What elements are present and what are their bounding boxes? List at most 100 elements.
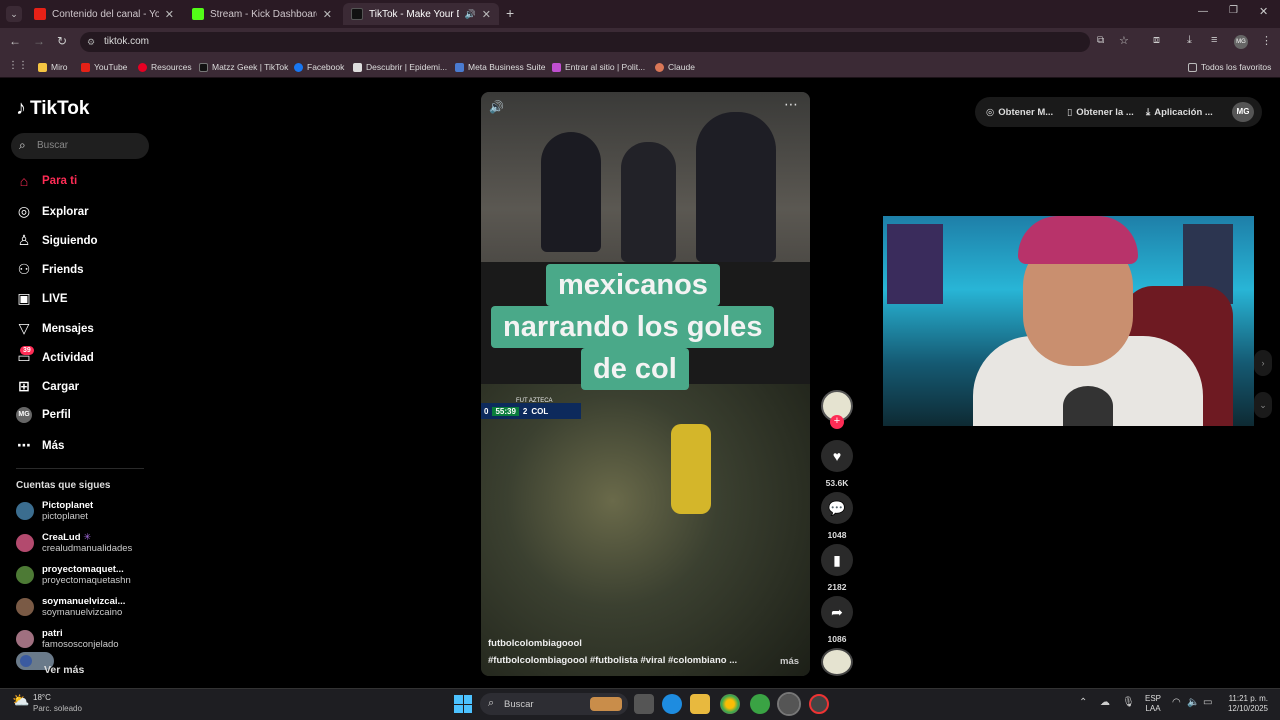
recording-app-icon[interactable] xyxy=(809,694,829,714)
windows-start-icon[interactable] xyxy=(454,695,472,713)
bookmark-item[interactable]: Claude xyxy=(655,60,695,74)
nav-profile[interactable]: MG Perfil xyxy=(16,407,71,423)
download-app-button[interactable]: ⤓ Aplicación ... xyxy=(1146,104,1213,120)
close-tab-icon[interactable]: ✕ xyxy=(482,8,491,21)
show-more-link[interactable]: más xyxy=(780,656,799,667)
account-item[interactable]: proyectomaquet... proyectomaquetashn xyxy=(16,564,131,586)
menu-icon[interactable]: ⋮ xyxy=(1261,34,1272,47)
nav-friends[interactable]: ⚇ Friends xyxy=(16,261,84,278)
language-indicator[interactable]: ESP LAA xyxy=(1145,694,1161,714)
nav-more[interactable]: ⋯ Más xyxy=(16,437,64,454)
nav-live[interactable]: ▣ LIVE xyxy=(16,290,67,307)
volume-icon[interactable]: 🔊 xyxy=(489,100,504,114)
app-icon[interactable] xyxy=(750,694,770,714)
download-icon[interactable]: ⤓ xyxy=(1187,34,1192,47)
back-icon[interactable]: ← xyxy=(9,34,21,48)
account-item[interactable]: Pictoplanet pictoplanet xyxy=(16,500,93,522)
cloud-icon[interactable]: ☁ xyxy=(1100,697,1110,708)
more-options-icon[interactable]: ⋯ xyxy=(784,96,798,113)
profile-avatar[interactable]: MG xyxy=(1234,35,1248,49)
get-coins-button[interactable]: ◎ Obtener M... xyxy=(986,104,1053,120)
bookmark-item[interactable]: Meta Business Suite xyxy=(455,60,545,74)
media-control-icon[interactable]: ≡ xyxy=(1211,34,1217,46)
reload-icon[interactable]: ↻ xyxy=(57,34,67,48)
close-tab-icon[interactable]: ✕ xyxy=(323,8,332,21)
match-time: 55:39 xyxy=(492,406,519,416)
tray-chevron-icon[interactable]: ⌃ xyxy=(1079,697,1087,708)
nav-for-you[interactable]: ⌂ Para ti xyxy=(16,173,77,189)
nav-messages[interactable]: ▽ Mensajes xyxy=(16,320,94,337)
bookmark-item[interactable]: Resources xyxy=(138,60,192,74)
bookmark-item[interactable]: Matzz Geek | TikTok xyxy=(199,60,288,74)
youtube-icon xyxy=(81,62,90,72)
scroll-down-button[interactable]: ⌄ xyxy=(1254,392,1272,418)
close-window-button[interactable]: ✕ xyxy=(1259,5,1268,18)
wifi-icon[interactable]: ◠ xyxy=(1172,697,1181,708)
address-bar[interactable]: ⚙ tiktok.com xyxy=(80,32,1090,52)
audio-playing-icon[interactable]: 🔊 xyxy=(465,9,476,20)
weather-icon[interactable]: ⛅ xyxy=(12,692,32,712)
weather-desc: Parc. soleado xyxy=(33,704,82,713)
follow-plus-icon[interactable]: + xyxy=(830,415,844,429)
button-label: Aplicación ... xyxy=(1154,106,1213,118)
file-explorer-icon[interactable] xyxy=(690,694,710,714)
extensions-icon[interactable]: ⧈ xyxy=(1153,34,1160,47)
all-bookmarks[interactable]: Todos los favoritos xyxy=(1188,60,1271,74)
tab-kick[interactable]: Stream - Kick Dashboard ✕ xyxy=(184,3,340,25)
bookmark-item[interactable]: Facebook xyxy=(294,60,344,74)
edge-icon[interactable] xyxy=(662,694,682,714)
task-view-icon[interactable] xyxy=(634,694,654,714)
video-author[interactable]: futbolcolombiagoool xyxy=(488,638,582,649)
install-app-icon[interactable]: ⧉ xyxy=(1097,35,1104,46)
tab-search-button[interactable]: ⌄ xyxy=(6,6,22,22)
tab-tiktok[interactable]: TikTok - Make Your Day 🔊 ✕ xyxy=(343,3,499,25)
site-info-icon[interactable]: ⚙ xyxy=(87,32,95,52)
apps-icon[interactable]: ⋮⋮ xyxy=(8,60,28,71)
scroll-up-button[interactable]: › xyxy=(1254,350,1272,376)
share-action[interactable]: ➦ 1086 xyxy=(821,596,853,644)
restore-button[interactable]: ❐ xyxy=(1229,5,1238,16)
tiktok-logo[interactable]: ♪ TikTok xyxy=(16,97,89,120)
tab-title: Contenido del canal - YouTube xyxy=(52,8,159,20)
bookmark-item[interactable]: Miro xyxy=(38,60,68,74)
get-app-button[interactable]: ▯ Obtener la ... xyxy=(1067,104,1134,120)
search-box[interactable]: ⌕ Buscar xyxy=(11,133,149,159)
star-icon[interactable]: ☆ xyxy=(1119,34,1129,47)
minimize-button[interactable]: — xyxy=(1198,6,1208,17)
account-handle: soymanuelvizcaino xyxy=(42,607,123,618)
nav-label: Siguiendo xyxy=(42,234,98,247)
microphone-shape xyxy=(1063,386,1113,426)
nav-upload[interactable]: ⊞ Cargar xyxy=(16,378,79,395)
volume-icon[interactable]: 🔈 xyxy=(1187,697,1199,708)
bookmark-item[interactable]: Entrar al sitio | Polit... xyxy=(552,60,645,74)
save-action[interactable]: ▮ 2182 xyxy=(821,544,853,592)
forward-icon[interactable]: → xyxy=(33,34,45,48)
more-icon: ⋯ xyxy=(17,437,31,453)
account-item[interactable]: patri famososconjelado xyxy=(16,628,119,650)
nav-label: Friends xyxy=(42,263,84,276)
close-tab-icon[interactable]: ✕ xyxy=(165,8,174,21)
nav-following[interactable]: ♙ Siguiendo xyxy=(16,232,98,249)
profile-avatar[interactable]: MG xyxy=(1232,102,1254,122)
comment-action[interactable]: 💬 1048 xyxy=(821,492,853,540)
see-more-link[interactable]: Ver más xyxy=(44,664,84,676)
microphone-icon[interactable]: 🎙 xyxy=(1122,697,1135,708)
account-item[interactable]: soymanuelvizcai... soymanuelvizcaino xyxy=(16,596,125,618)
account-item[interactable]: CreaLud ✳ crealudmanualidades xyxy=(16,532,132,554)
bookmark-item[interactable]: YouTube xyxy=(81,60,127,74)
taskbar-search[interactable]: ⌕ Buscar xyxy=(480,693,628,715)
chrome-icon[interactable] xyxy=(720,694,740,714)
like-action[interactable]: ♥ 53.6K xyxy=(821,440,853,488)
video-hashtags[interactable]: #futbolcolombiagoool #futbolista #viral … xyxy=(488,655,737,666)
video-player[interactable]: 0 55:39 2 COL FUT AZTECA 🔊 ⋯ mexicanos n… xyxy=(481,92,810,676)
comment-count: 1048 xyxy=(827,530,847,540)
divider xyxy=(16,468,144,469)
tab-youtube[interactable]: Contenido del canal - YouTube ✕ xyxy=(26,3,182,25)
chrome-active-icon[interactable] xyxy=(777,692,801,716)
bookmark-item[interactable]: Descubrir | Epidemi... xyxy=(353,60,447,74)
nav-explore[interactable]: ◎ Explorar xyxy=(16,203,89,220)
music-disc-icon[interactable] xyxy=(821,648,853,676)
new-tab-button[interactable]: + xyxy=(506,5,514,21)
battery-icon[interactable]: ▭ xyxy=(1203,697,1212,708)
clock[interactable]: 11:21 p. m. 12/10/2025 xyxy=(1222,694,1268,714)
